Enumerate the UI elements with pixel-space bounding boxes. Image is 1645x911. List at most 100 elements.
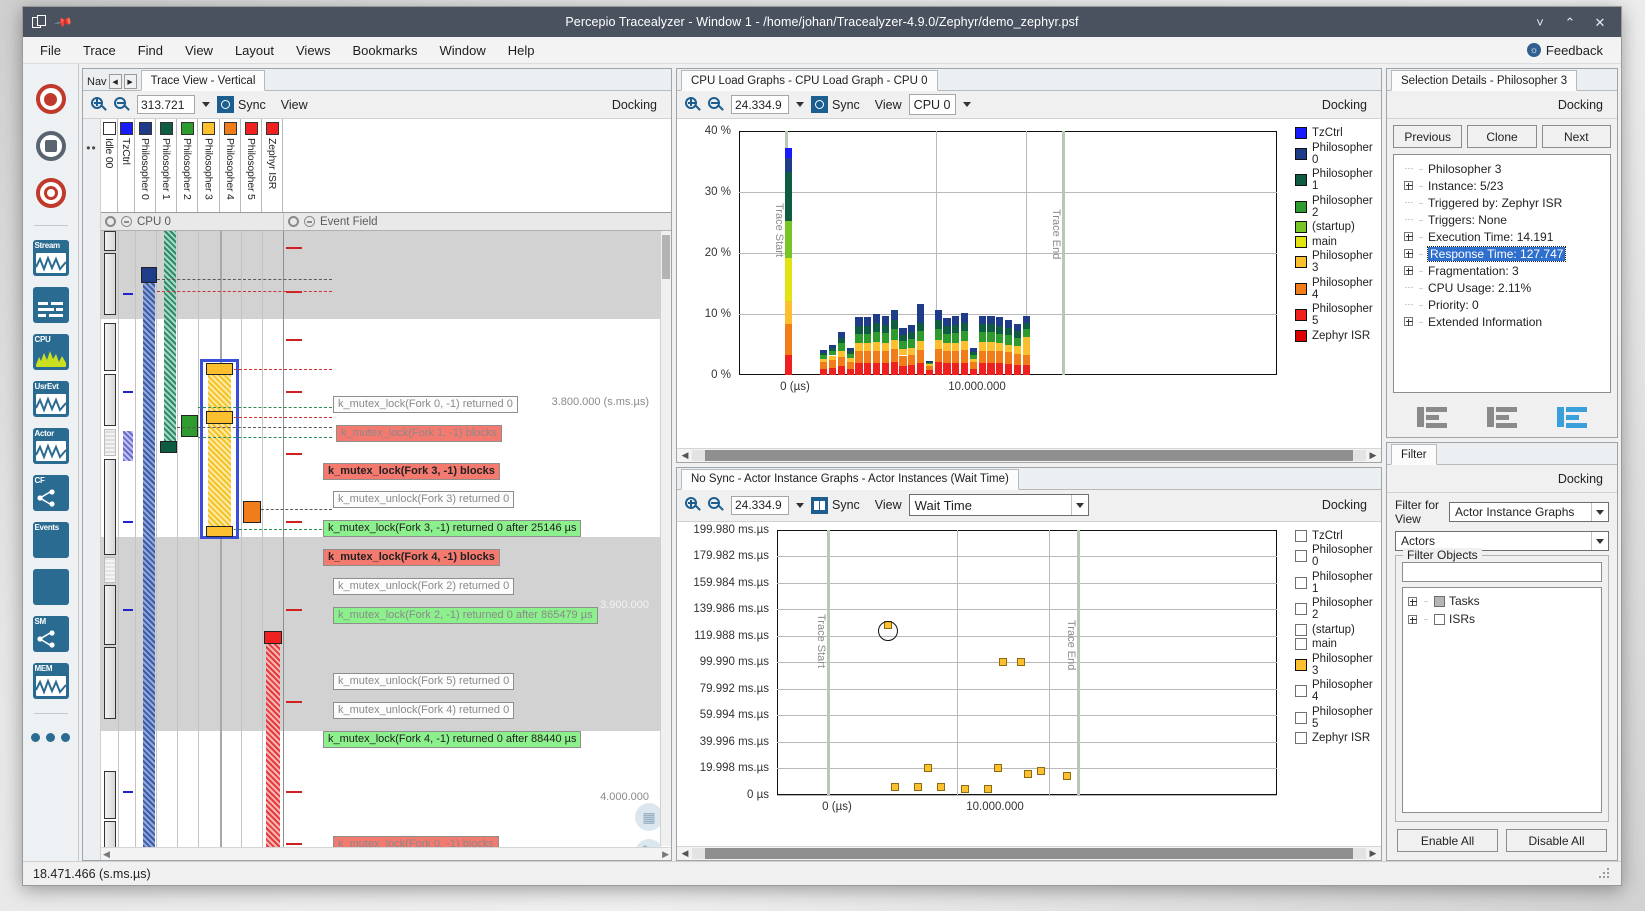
scatter-point[interactable] (1024, 769, 1033, 778)
trace-canvas[interactable]: k_mutex_lock(Fork 0, -1) returned 0 k_mu… (101, 231, 671, 860)
event-label[interactable]: k_mutex_unlock(Fork 4) returned 0 (333, 702, 515, 719)
cpu-load-bar[interactable] (969, 131, 977, 375)
cpu-legend-item[interactable]: Philosopher 2 (1295, 195, 1381, 219)
cpu-legend-item[interactable]: main (1295, 235, 1381, 248)
events-icon[interactable]: Events (32, 521, 70, 559)
menu-trace[interactable]: Trace (72, 39, 127, 62)
legend-checkbox[interactable] (1295, 529, 1307, 542)
cpu-docking-label[interactable]: Docking (1322, 98, 1373, 112)
lane-header-zephyr-isr[interactable]: Zephyr ISR (262, 119, 283, 212)
align-center-icon[interactable] (1487, 405, 1517, 429)
event-label[interactable]: k_mutex_lock(Fork 1, -1) blocks (336, 425, 502, 442)
actor-view-menu[interactable]: View (875, 498, 902, 512)
expand-icon[interactable] (1404, 181, 1413, 190)
filter-tree-row-isrs[interactable]: ·· ISRs (1406, 610, 1598, 628)
menu-view[interactable]: View (174, 39, 224, 62)
cpu-zoom-dropdown-icon[interactable] (796, 102, 804, 107)
expand-icon[interactable] (1404, 232, 1413, 241)
actor-legend-item[interactable]: Philosopher 1 (1295, 571, 1381, 595)
minimize-icon[interactable]: ˅ (1532, 14, 1548, 30)
align-right-icon[interactable] (1557, 405, 1587, 429)
lane-header-philosopher-3[interactable]: Philosopher 3 (198, 119, 220, 212)
expand-icon[interactable] (1404, 266, 1413, 275)
event-label[interactable]: k_mutex_unlock(Fork 5) returned 0 (333, 673, 515, 690)
legend-checkbox[interactable] (1295, 550, 1307, 562)
scroll-right-icon[interactable]: ▶ (1366, 848, 1380, 859)
legend-checkbox[interactable] (1295, 685, 1307, 697)
cpu-load-bar[interactable] (811, 131, 818, 375)
previous-button[interactable]: Previous (1393, 125, 1463, 148)
state-machine-icon[interactable]: SM (32, 615, 70, 653)
legend-checkbox[interactable] (1295, 623, 1307, 636)
cpu-load-bar[interactable] (873, 131, 881, 375)
trace-sync-button[interactable]: Sync (217, 96, 266, 113)
cpu-load-bar[interactable] (785, 131, 793, 375)
actor-legend-item[interactable]: Philosopher 0 (1295, 544, 1381, 568)
lane-header-philosopher-2[interactable]: Philosopher 2 (177, 119, 198, 212)
filter-objects-list[interactable]: ·· Tasks ·· ISRs (1402, 587, 1602, 813)
cpu-load-bar[interactable] (890, 131, 898, 375)
actor-legend-item[interactable]: Philosopher 2 (1295, 597, 1381, 621)
scroll-left-icon[interactable]: ◀ (103, 849, 110, 860)
cpu-hscroll-track[interactable] (692, 449, 1366, 461)
cpu-load-bar[interactable] (961, 131, 969, 375)
cpu-load-bar[interactable] (934, 131, 942, 375)
tab-selection-details[interactable]: Selection Details - Philosopher 3 (1391, 70, 1578, 91)
cpu-legend-item[interactable]: Philosopher 1 (1295, 168, 1381, 192)
cpu-load-hscroll[interactable]: ◀ ▶ (677, 447, 1381, 462)
trace-view-icon[interactable] (32, 286, 70, 324)
actor-legend-item[interactable]: Philosopher 5 (1295, 706, 1381, 730)
selection-details-tree[interactable]: ⋯ ·· Philosopher 3 ·· Instance: 5/23 ⋯ ·· Trigg… (1393, 154, 1611, 393)
actor-metric-selector[interactable]: Wait Time (908, 494, 1089, 516)
cpu-load-plot[interactable]: 40 % 30 % 20 % 10 % 0 % Trace Start Trac… (677, 119, 1289, 448)
tab-filter[interactable]: Filter (1391, 444, 1437, 465)
cpu-view-menu[interactable]: View (875, 98, 902, 112)
zoom-in-icon[interactable] (685, 96, 701, 113)
cpu-load-bar[interactable] (987, 131, 995, 375)
menu-find[interactable]: Find (127, 39, 174, 62)
filter-search-input[interactable] (1402, 562, 1602, 582)
menu-views[interactable]: Views (285, 39, 341, 62)
trace-vscroll-thumb[interactable] (662, 235, 670, 279)
actor-zoom-value[interactable]: 24.334.9 (731, 495, 789, 515)
cpu-load-bar[interactable] (1013, 131, 1021, 375)
selection-tree-row[interactable]: ⋯ ·· Philosopher 3 (1398, 160, 1606, 177)
filter-docking-label[interactable]: Docking (1558, 472, 1609, 486)
enable-all-button[interactable]: Enable All (1397, 829, 1498, 852)
cpu-selector-dropdown-icon[interactable] (962, 102, 971, 107)
menu-bookmarks[interactable]: Bookmarks (341, 39, 428, 62)
scatter-point[interactable] (936, 782, 945, 791)
actor-legend-item[interactable]: Zephyr ISR (1295, 732, 1381, 744)
actor-icon[interactable]: Actor (32, 427, 70, 465)
scatter-point[interactable] (960, 784, 969, 793)
selection-tree-row[interactable]: ⋯ ·· CPU Usage: 2.11% (1398, 279, 1606, 296)
tab-trace-view[interactable]: Trace View - Vertical (140, 70, 266, 91)
expand-icon[interactable] (1408, 596, 1417, 606)
cpu-load-bar[interactable] (794, 131, 801, 375)
actor-legend-item[interactable]: TzCtrl (1295, 529, 1381, 542)
nav-prev-button[interactable]: ◀ (108, 74, 122, 89)
cpu-load-bar[interactable] (881, 131, 889, 375)
selection-docking-label[interactable]: Docking (1558, 98, 1609, 112)
actor-hscroll-thumb[interactable] (705, 848, 1353, 859)
trace-view-menu[interactable]: View (281, 98, 308, 112)
gear-icon[interactable] (288, 216, 299, 227)
selection-tree-row[interactable]: ·· Execution Time: 14.191 (1398, 228, 1606, 245)
cpu-load-bar[interactable] (952, 131, 960, 375)
close-icon[interactable]: ✕ (1592, 14, 1608, 30)
cpu-sync-button[interactable]: Sync (811, 96, 860, 113)
cpu-legend-item[interactable]: Philosopher 3 (1295, 250, 1381, 274)
event-label[interactable]: k_mutex_lock(Fork 3, -1) blocks (323, 463, 500, 480)
column-config-icon[interactable]: ▦ (635, 803, 663, 831)
menu-layout[interactable]: Layout (224, 39, 285, 62)
tab-actor-instance-graphs[interactable]: No Sync - Actor Instance Graphs - Actor … (681, 468, 1019, 490)
chevron-down-icon[interactable] (1591, 503, 1608, 521)
cpu-load-bar[interactable] (829, 131, 837, 375)
actor-zoom-dropdown-icon[interactable] (796, 502, 804, 508)
menu-window[interactable]: Window (428, 39, 496, 62)
event-label[interactable]: k_mutex_lock(Fork 3, -1) returned 0 afte… (323, 520, 582, 537)
cpu-legend-item[interactable]: (startup) (1295, 221, 1381, 233)
scatter-point[interactable] (914, 782, 923, 791)
checkbox-isrs[interactable] (1434, 613, 1445, 625)
user-events-icon[interactable]: UsrEvt (32, 380, 70, 418)
